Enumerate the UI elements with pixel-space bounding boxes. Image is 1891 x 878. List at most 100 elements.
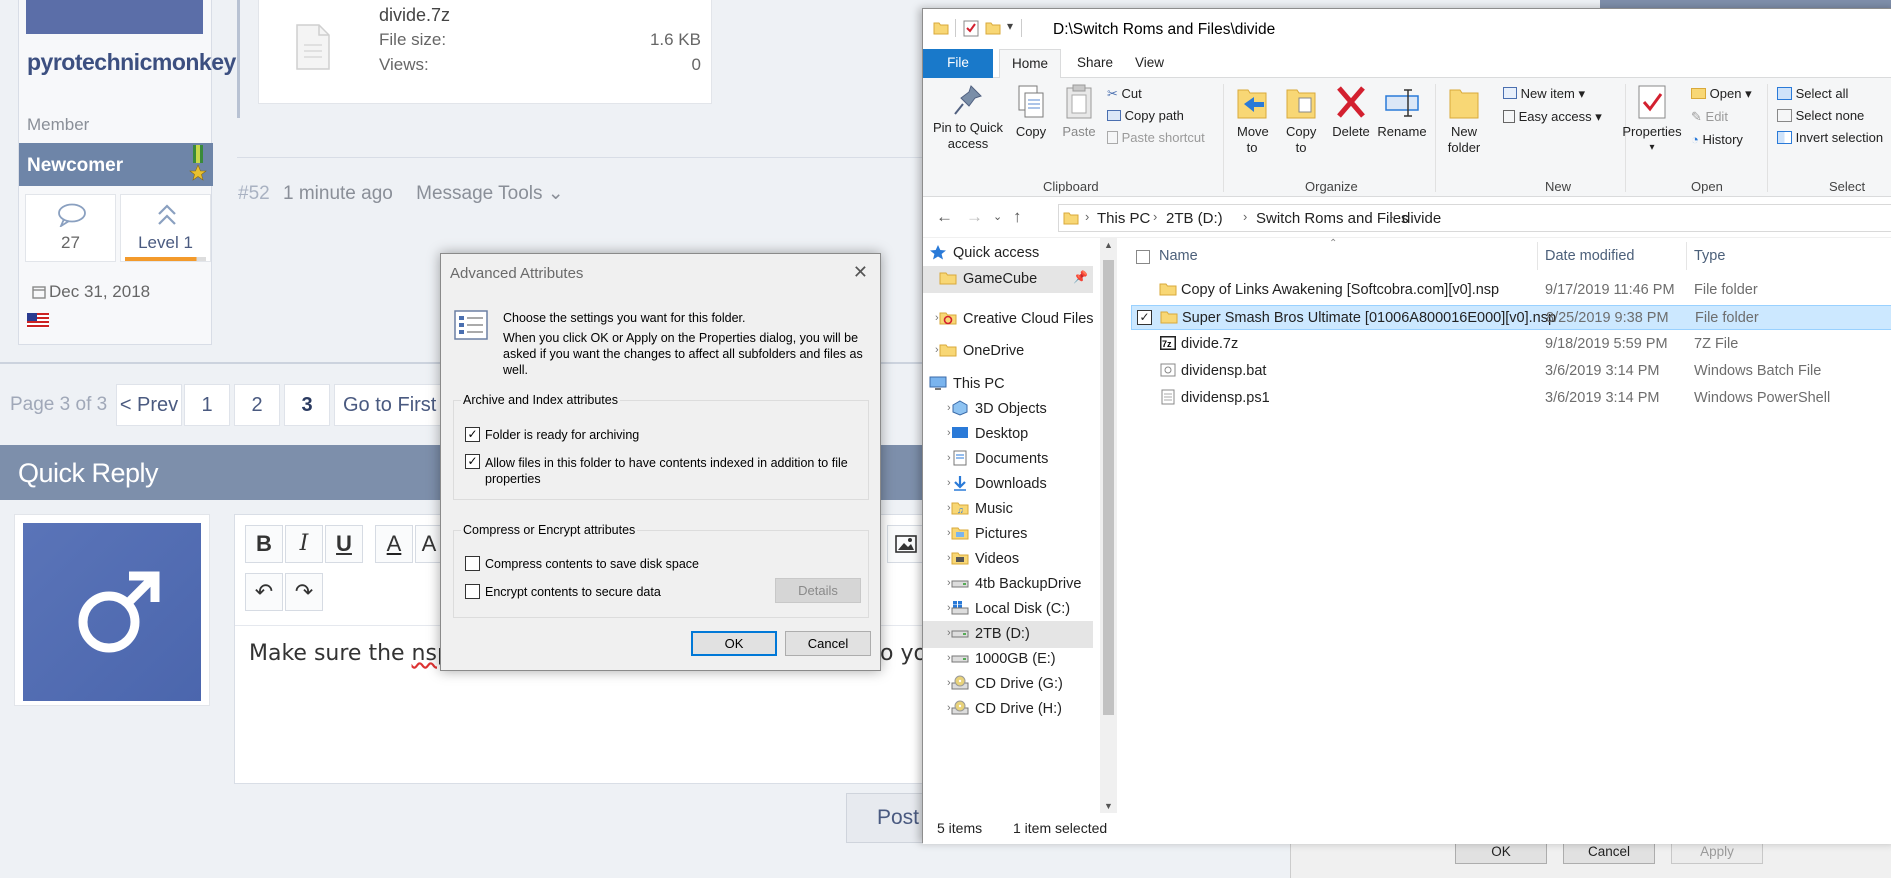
scroll-thumb[interactable] bbox=[1103, 260, 1114, 715]
invert-selection-button[interactable]: Invert selection bbox=[1777, 130, 1883, 145]
redo-button[interactable]: ↷ bbox=[285, 573, 323, 611]
tab-home[interactable]: Home bbox=[999, 49, 1062, 78]
go-to-first-button[interactable]: Go to First bbox=[334, 384, 444, 426]
select-all-button[interactable]: Select all bbox=[1777, 86, 1848, 101]
file-row[interactable]: ✓ Super Smash Bros Ultimate [01006A800016… bbox=[1131, 305, 1891, 330]
rename-button[interactable]: Rename bbox=[1375, 84, 1429, 140]
close-icon[interactable]: ✕ bbox=[853, 262, 868, 283]
folder-ready-checkbox[interactable]: ✓ bbox=[465, 427, 480, 442]
scroll-up-icon[interactable]: ▲ bbox=[1104, 240, 1113, 250]
prev-page-button[interactable]: < Prev bbox=[116, 384, 182, 426]
nav-item-4tb-backupdrive[interactable]: › 4tb BackupDrive bbox=[923, 571, 1093, 598]
reply-text[interactable]: Make sure the nsp bbox=[249, 641, 451, 666]
new-item-button[interactable]: New item ▾ bbox=[1503, 86, 1585, 102]
select-none-button[interactable]: Select none bbox=[1777, 108, 1864, 123]
copy-path-button[interactable]: Copy path bbox=[1107, 108, 1184, 123]
select-all-checkbox[interactable] bbox=[1136, 250, 1150, 264]
file-row[interactable]: dividensp.ps1 3/6/2019 3:14 PM Windows Pow… bbox=[1131, 386, 1891, 411]
new-folder-quick-icon[interactable] bbox=[985, 20, 1001, 36]
page-2-button[interactable]: 2 bbox=[234, 384, 280, 426]
nav-item-downloads[interactable]: › Downloads bbox=[923, 471, 1093, 498]
attachment-name[interactable]: divide.7z bbox=[379, 5, 450, 26]
file-row[interactable]: dividensp.bat 3/6/2019 3:14 PM Windows Bat… bbox=[1131, 359, 1891, 384]
customize-toolbar-icon[interactable]: ▾ bbox=[1007, 19, 1013, 33]
nav-item-quick-access[interactable]: Quick access bbox=[923, 240, 1093, 267]
breadcrumb-switch-roms[interactable]: Switch Roms and Files bbox=[1256, 210, 1409, 227]
properties-button[interactable]: Properties ▾ bbox=[1619, 84, 1685, 156]
cancel-button[interactable]: Cancel bbox=[785, 631, 871, 656]
message-tools-link[interactable]: Message Tools ⌄ bbox=[416, 183, 564, 204]
cut-button[interactable]: ✂ Cut bbox=[1107, 86, 1142, 102]
copy-button[interactable]: Copy bbox=[1009, 84, 1053, 140]
italic-button[interactable]: I bbox=[285, 525, 323, 563]
tab-share[interactable]: Share bbox=[1065, 49, 1125, 78]
nav-item-desktop[interactable]: › Desktop bbox=[923, 421, 1093, 448]
file-row[interactable]: Copy of Links Awakening [Softcobra.com][… bbox=[1131, 278, 1891, 303]
attachment-card[interactable]: divide.7z File size: 1.6 KB Views: 0 bbox=[258, 0, 712, 104]
compress-checkbox[interactable] bbox=[465, 556, 480, 571]
nav-item-creative-cloud-files[interactable]: › Creative Cloud Files bbox=[923, 306, 1094, 333]
nav-item-documents[interactable]: › Documents bbox=[923, 446, 1093, 473]
page-1-button[interactable]: 1 bbox=[184, 384, 230, 426]
up-arrow-icon[interactable]: ↑ bbox=[1013, 207, 1022, 227]
font-color-button[interactable]: A bbox=[375, 525, 413, 563]
pin-quick-access-button[interactable]: Pin to Quick access bbox=[927, 84, 1009, 152]
ok-button[interactable]: OK bbox=[691, 631, 777, 656]
undo-button[interactable]: ↶ bbox=[245, 573, 283, 611]
tab-view[interactable]: View bbox=[1123, 49, 1176, 78]
move-to-button[interactable]: Move to bbox=[1229, 84, 1275, 156]
nav-item-gamecube[interactable]: GameCube 📌 bbox=[923, 266, 1093, 293]
nav-scrollbar[interactable]: ▲ ▼ bbox=[1100, 238, 1117, 813]
insert-image-button[interactable] bbox=[887, 525, 925, 563]
scroll-down-icon[interactable]: ▼ bbox=[1104, 801, 1113, 811]
breadcrumb-divide[interactable]: divide bbox=[1402, 210, 1441, 227]
details-button[interactable]: Details bbox=[775, 578, 861, 603]
paste-button[interactable]: Paste bbox=[1057, 84, 1101, 140]
forward-arrow-icon[interactable]: → bbox=[966, 207, 983, 227]
pin-icon: 📌 bbox=[1073, 270, 1088, 284]
nav-item-local-disk-c[interactable]: › Local Disk (C:) bbox=[923, 596, 1093, 623]
edit-button[interactable]: ✎ Edit bbox=[1691, 109, 1728, 125]
new-folder-button[interactable]: New folder bbox=[1439, 84, 1489, 156]
encrypt-checkbox[interactable] bbox=[465, 584, 480, 599]
column-divider[interactable] bbox=[1537, 242, 1538, 270]
nav-item-pictures[interactable]: › Pictures bbox=[923, 521, 1093, 548]
nav-item-3d-objects[interactable]: › 3D Objects bbox=[923, 396, 1093, 423]
nav-item-2tb-d[interactable]: › 2TB (D:) bbox=[923, 621, 1093, 648]
copy-to-button[interactable]: Copy to bbox=[1277, 84, 1325, 156]
column-type[interactable]: Type bbox=[1694, 248, 1725, 264]
nav-item-label: Desktop bbox=[975, 426, 1029, 442]
nav-item-videos[interactable]: › Videos bbox=[923, 546, 1093, 573]
nav-item-cd-drive-h[interactable]: › CD Drive (H:) bbox=[923, 696, 1093, 723]
row-checkbox[interactable]: ✓ bbox=[1137, 310, 1152, 325]
file-row[interactable]: 7z divide.7z 9/18/2019 5:59 PM 7Z File bbox=[1131, 332, 1891, 357]
breadcrumb-this-pc[interactable]: This PC bbox=[1097, 210, 1150, 227]
recent-locations-icon[interactable]: ⌄ bbox=[993, 210, 1002, 223]
font-button[interactable]: A bbox=[415, 525, 443, 563]
delete-button[interactable]: Delete bbox=[1327, 84, 1375, 140]
allow-index-checkbox[interactable]: ✓ bbox=[465, 454, 480, 469]
easy-access-button[interactable]: Easy access ▾ bbox=[1503, 109, 1602, 125]
history-button[interactable]: ◔ History bbox=[1691, 132, 1743, 147]
nav-item-1000gb-e[interactable]: › 1000GB (E:) bbox=[923, 646, 1093, 673]
paste-shortcut-button[interactable]: Paste shortcut bbox=[1107, 130, 1205, 145]
address-bar[interactable]: › This PC › 2TB (D:) › Switch Roms and F… bbox=[1058, 204, 1891, 232]
open-button[interactable]: Open ▾ bbox=[1691, 86, 1752, 102]
nav-item-cd-drive-g[interactable]: › CD Drive (G:) bbox=[923, 671, 1093, 698]
column-divider[interactable] bbox=[1686, 242, 1687, 270]
nav-item-this-pc[interactable]: ⌄This PC bbox=[923, 371, 1093, 398]
tab-file[interactable]: File bbox=[923, 49, 993, 78]
breadcrumb-drive[interactable]: 2TB (D:) bbox=[1166, 210, 1223, 227]
back-arrow-icon[interactable]: ← bbox=[936, 207, 953, 227]
column-date-modified[interactable]: Date modified bbox=[1545, 248, 1634, 264]
nav-item-onedrive[interactable]: › OneDrive bbox=[923, 338, 1093, 365]
properties-quick-icon[interactable] bbox=[963, 19, 979, 37]
cut-label: Cut bbox=[1121, 86, 1142, 101]
column-name[interactable]: Name bbox=[1159, 248, 1198, 264]
nav-item-music[interactable]: › ♫ Music bbox=[923, 496, 1093, 523]
underline-button[interactable]: U bbox=[325, 525, 363, 563]
post-number[interactable]: #52 bbox=[238, 183, 270, 204]
bold-button[interactable]: B bbox=[245, 525, 283, 563]
page-3-button[interactable]: 3 bbox=[284, 384, 330, 426]
username[interactable]: pyrotechnicmonkey bbox=[27, 48, 236, 76]
